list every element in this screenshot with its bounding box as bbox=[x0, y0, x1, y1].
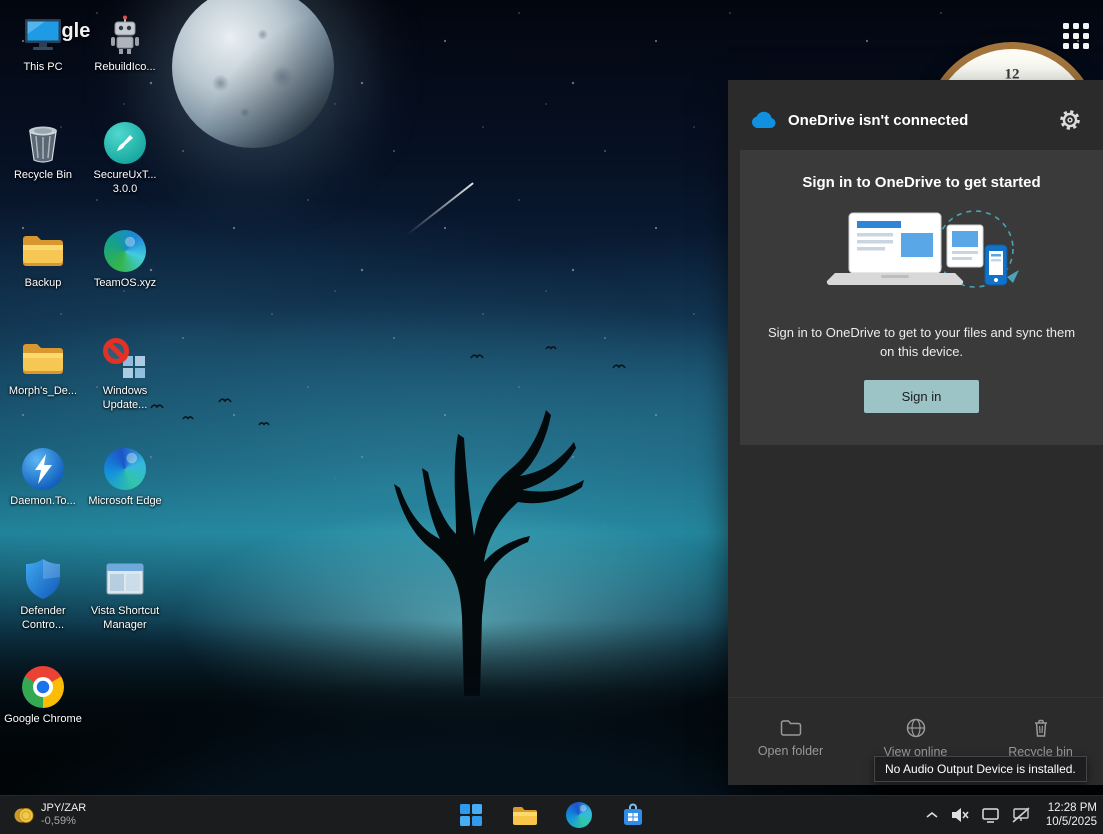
file-explorer-icon bbox=[512, 807, 537, 825]
signin-body-text: Sign in to OneDrive to get to your files… bbox=[767, 325, 1076, 359]
globe-icon bbox=[906, 718, 925, 738]
desktop-icon-label: Google Chrome bbox=[4, 713, 82, 725]
desktop-icon-label: Backup bbox=[24, 277, 62, 289]
desktop-icon-label: Vista Shortcut Manager bbox=[90, 605, 160, 631]
devices-sync-illustration bbox=[826, 210, 1019, 288]
onedrive-flyout: OneDrive isn't connected Sign in to OneD… bbox=[728, 80, 1103, 785]
folder-outline-icon bbox=[780, 720, 801, 736]
stock-change: -0,59% bbox=[41, 815, 76, 827]
desktop-icon-rebuildico[interactable]: RebuildIco... bbox=[82, 12, 168, 75]
window-icon bbox=[102, 556, 148, 602]
desktop-icon-morphs-de[interactable]: Morph's_De... bbox=[0, 336, 86, 399]
sign-in-button[interactable]: Sign in bbox=[863, 379, 980, 413]
this-pc-icon bbox=[20, 12, 66, 58]
bird-icon bbox=[612, 364, 626, 369]
edge-icon bbox=[565, 802, 592, 828]
file-explorer-button[interactable] bbox=[511, 802, 538, 829]
desktop-icon-label: TeamOS.xyz bbox=[93, 277, 157, 289]
action-label: Open folder bbox=[757, 744, 824, 758]
desktop-icon-label: Morph's_De... bbox=[8, 385, 78, 397]
onedrive-title: OneDrive isn't connected bbox=[788, 111, 969, 129]
bird-icon bbox=[470, 354, 484, 359]
desktop-icon-label: Defender Contro... bbox=[20, 605, 66, 631]
windows-desktop: oogle This PC Recycle Bin Backup Morph's… bbox=[0, 0, 1103, 834]
desktop-icon-defender-control[interactable]: Defender Contro... bbox=[0, 556, 86, 633]
onedrive-signin-card: Sign in to OneDrive to get started Sign … bbox=[740, 150, 1103, 445]
bird-icon bbox=[258, 422, 270, 426]
microsoft-store-icon bbox=[623, 803, 642, 825]
apps-grid-icon[interactable] bbox=[1063, 23, 1089, 49]
display-icon[interactable] bbox=[982, 807, 999, 823]
edge-icon bbox=[102, 446, 148, 492]
folder-icon bbox=[20, 336, 66, 382]
onedrive-cloud-icon bbox=[751, 111, 776, 128]
desktop-icon-backup[interactable]: Backup bbox=[0, 228, 86, 291]
chrome-icon bbox=[20, 664, 66, 710]
desktop-icon-daemon-tools[interactable]: Daemon.To... bbox=[0, 446, 86, 509]
folder-icon bbox=[20, 228, 66, 274]
taskbar-date: 10/5/2025 bbox=[1045, 816, 1097, 828]
daemon-tools-icon bbox=[20, 446, 66, 492]
stock-widget[interactable]: JPY/ZAR -0,59% bbox=[8, 796, 92, 834]
audio-tooltip: No Audio Output Device is installed. bbox=[874, 756, 1087, 782]
microsoft-store-button[interactable] bbox=[619, 802, 646, 829]
recycle-bin-icon bbox=[20, 120, 66, 166]
taskbar: JPY/ZAR -0,59% 12:28 PM 10/5/2025 bbox=[0, 795, 1103, 834]
desktop-icon-label: Windows Update... bbox=[102, 385, 148, 411]
defender-shield-icon bbox=[20, 556, 66, 602]
network-disconnected-icon[interactable] bbox=[1012, 807, 1030, 823]
open-folder-action[interactable]: Open folder bbox=[728, 719, 853, 764]
desktop-icon-google-chrome[interactable]: Google Chrome bbox=[0, 664, 86, 727]
desktop-icon-label: Daemon.To... bbox=[10, 495, 76, 507]
desktop-icon-teamos[interactable]: TeamOS.xyz bbox=[82, 228, 168, 291]
system-tray: 12:28 PM 10/5/2025 bbox=[926, 796, 1097, 834]
taskbar-time: 12:28 PM bbox=[1047, 801, 1097, 814]
desktop-icon-label: This PC bbox=[23, 61, 63, 73]
desktop-icon-label: SecureUxT... 3.0.0 bbox=[93, 169, 157, 195]
trash-icon bbox=[1034, 719, 1047, 737]
audio-muted-icon[interactable] bbox=[951, 807, 969, 823]
desktop-icon-this-pc[interactable]: This PC bbox=[0, 12, 86, 75]
prohibition-icon bbox=[103, 338, 129, 364]
robot-icon bbox=[102, 12, 148, 58]
stock-symbol: JPY/ZAR bbox=[41, 802, 87, 815]
taskbar-center bbox=[457, 802, 646, 829]
theme-brush-icon bbox=[102, 120, 148, 166]
start-button[interactable] bbox=[457, 802, 484, 829]
edge-button[interactable] bbox=[565, 802, 592, 829]
desktop-icon-vista-shortcut-manager[interactable]: Vista Shortcut Manager bbox=[82, 556, 168, 633]
windows-logo-icon bbox=[459, 804, 482, 826]
desktop-icon-microsoft-edge[interactable]: Microsoft Edge bbox=[82, 446, 168, 509]
bird-icon bbox=[545, 346, 557, 350]
bird-icon bbox=[182, 416, 194, 420]
taskbar-clock[interactable]: 12:28 PM 10/5/2025 bbox=[1046, 801, 1097, 830]
tray-chevron-up-icon[interactable] bbox=[926, 811, 938, 819]
update-blocked-icon bbox=[102, 336, 148, 382]
teamos-icon bbox=[102, 228, 148, 274]
desktop-icon-secureuxtheme[interactable]: SecureUxT... 3.0.0 bbox=[82, 120, 168, 197]
bird-icon bbox=[218, 398, 232, 403]
desktop-icon-windows-update-blocker[interactable]: Windows Update... bbox=[82, 336, 168, 413]
desktop-icon-label: Recycle Bin bbox=[13, 169, 73, 181]
desktop-icon-recycle-bin[interactable]: Recycle Bin bbox=[0, 120, 86, 183]
coin-icon bbox=[14, 807, 34, 823]
desktop-icon-label: RebuildIco... bbox=[94, 61, 156, 73]
desktop-icon-label: Microsoft Edge bbox=[88, 495, 162, 507]
settings-gear-icon[interactable] bbox=[1057, 107, 1083, 133]
signin-heading: Sign in to OneDrive to get started bbox=[802, 174, 1041, 191]
